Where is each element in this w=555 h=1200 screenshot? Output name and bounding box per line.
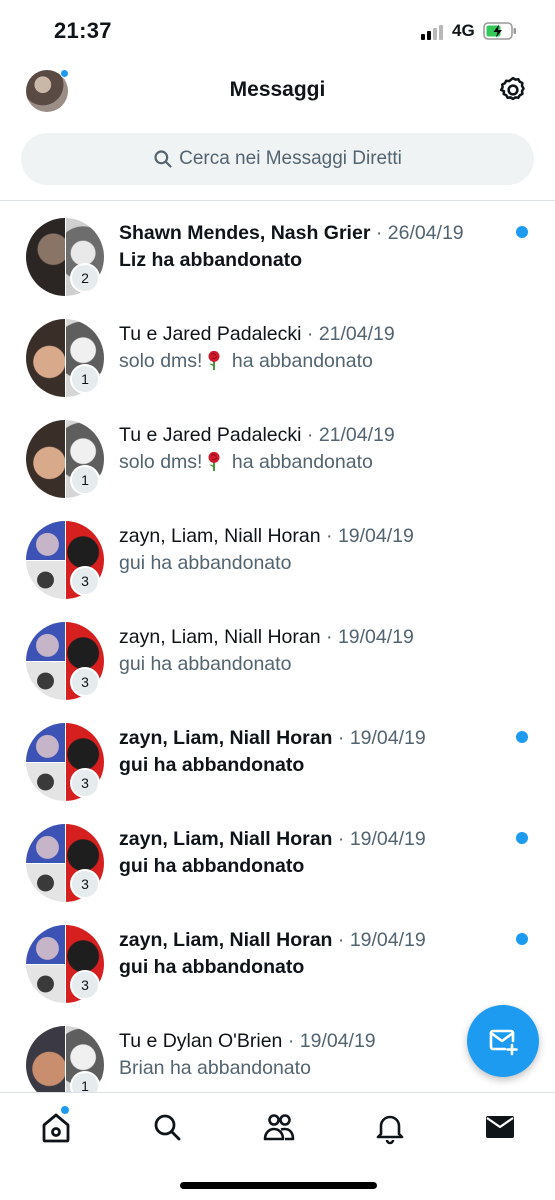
search-icon (154, 150, 172, 168)
search-placeholder: Cerca nei Messaggi Diretti (179, 148, 402, 169)
conversation-name: Tu e Dylan O'Brien (119, 1030, 283, 1052)
conversation-date: 19/04/19 (337, 525, 414, 547)
conversation-name: zayn, Liam, Niall Horan (119, 626, 321, 648)
conversation-name: Shawn Mendes, Nash Grier (119, 222, 371, 244)
participant-count-badge: 3 (70, 970, 100, 1000)
notification-dot (60, 69, 69, 78)
conversation-list: 2 Shawn Mendes, Nash Grier · 26/04/19 Li… (0, 201, 555, 1110)
signal-icon (421, 24, 447, 40)
conversation-preview: gui ha abbandonato (119, 653, 292, 675)
notifications-icon[interactable] (370, 1107, 410, 1147)
gear-icon[interactable] (498, 75, 528, 105)
conversation-preview: gui ha abbandonato (119, 552, 292, 574)
conversation-name: Tu e Jared Padalecki (119, 424, 302, 446)
conversation-preview: solo dms! ha abbandonato (119, 451, 373, 473)
conversation-date: 21/04/19 (318, 424, 395, 446)
status-time: 21:37 (54, 18, 112, 43)
separator-dot: · (370, 222, 388, 244)
conversation-row[interactable]: 3 zayn, Liam, Niall Horan · 19/04/19 gui… (0, 605, 555, 706)
battery-icon (483, 22, 516, 40)
conversation-row[interactable]: 1 Tu e Jared Padalecki · 21/04/19 solo d… (0, 403, 555, 504)
conversation-row[interactable]: 3 zayn, Liam, Niall Horan · 19/04/19 gui… (0, 908, 555, 1009)
conversation-date: 19/04/19 (349, 929, 426, 951)
unread-indicator (516, 731, 528, 743)
participant-count-badge: 3 (70, 869, 100, 899)
unread-indicator (516, 226, 528, 238)
page-title: Messaggi (229, 78, 326, 101)
conversation-date: 26/04/19 (387, 222, 464, 244)
separator-dot: · (332, 727, 350, 749)
conversation-name: zayn, Liam, Niall Horan (119, 727, 333, 749)
unread-indicator (516, 832, 528, 844)
rose-emoji-icon (208, 350, 220, 371)
conversation-name: Tu e Jared Padalecki (119, 323, 302, 345)
communities-icon[interactable] (259, 1107, 299, 1147)
conversation-date: 21/04/19 (318, 323, 395, 345)
separator-dot: · (332, 929, 350, 951)
conversation-preview: solo dms! ha abbandonato (119, 350, 373, 372)
conversation-preview: gui ha abbandonato (119, 956, 305, 978)
participant-count-badge: 3 (70, 667, 100, 697)
participant-count-badge: 1 (70, 465, 100, 495)
conversation-date: 19/04/19 (299, 1030, 376, 1052)
separator-dot: · (282, 1030, 300, 1052)
participant-count-badge: 2 (70, 263, 100, 293)
participant-count-badge: 1 (70, 364, 100, 394)
top-bar: Messaggi (0, 62, 555, 120)
new-message-icon (489, 1029, 518, 1056)
unread-indicator (516, 933, 528, 945)
conversation-row[interactable]: 1 Tu e Jared Padalecki · 21/04/19 solo d… (0, 302, 555, 403)
separator-dot: · (301, 424, 319, 446)
separator-dot: · (320, 626, 338, 648)
conversation-preview: Liz ha abbandonato (119, 249, 303, 271)
participant-count-badge: 3 (70, 768, 100, 798)
search-icon[interactable] (147, 1107, 187, 1147)
notification-dot (61, 1106, 69, 1114)
conversation-row[interactable]: 3 zayn, Liam, Niall Horan · 19/04/19 gui… (0, 504, 555, 605)
search-bar[interactable]: Cerca nei Messaggi Diretti (21, 133, 534, 185)
conversation-date: 19/04/19 (337, 626, 414, 648)
separator-dot: · (301, 323, 319, 345)
conversation-date: 19/04/19 (349, 828, 426, 850)
status-bar: 21:37 4G (0, 0, 555, 62)
participant-count-badge: 3 (70, 566, 100, 596)
conversation-preview: Brian ha abbandonato (119, 1057, 311, 1079)
conversation-preview: gui ha abbandonato (119, 855, 305, 877)
conversation-name: zayn, Liam, Niall Horan (119, 525, 321, 547)
home-icon[interactable] (36, 1107, 76, 1147)
messages-icon[interactable] (480, 1107, 520, 1147)
separator-dot: · (320, 525, 338, 547)
conversation-name: zayn, Liam, Niall Horan (119, 828, 333, 850)
conversation-row[interactable]: 3 zayn, Liam, Niall Horan · 19/04/19 gui… (0, 706, 555, 807)
new-message-button[interactable] (467, 1005, 539, 1077)
conversation-row[interactable]: 2 Shawn Mendes, Nash Grier · 26/04/19 Li… (0, 201, 555, 302)
rose-emoji-icon (208, 451, 220, 472)
home-indicator (180, 1182, 377, 1189)
conversation-date: 19/04/19 (349, 727, 426, 749)
network-type: 4G (452, 21, 475, 40)
separator-dot: · (332, 828, 350, 850)
conversation-name: zayn, Liam, Niall Horan (119, 929, 333, 951)
conversation-preview: gui ha abbandonato (119, 754, 305, 776)
conversation-row[interactable]: 3 zayn, Liam, Niall Horan · 19/04/19 gui… (0, 807, 555, 908)
